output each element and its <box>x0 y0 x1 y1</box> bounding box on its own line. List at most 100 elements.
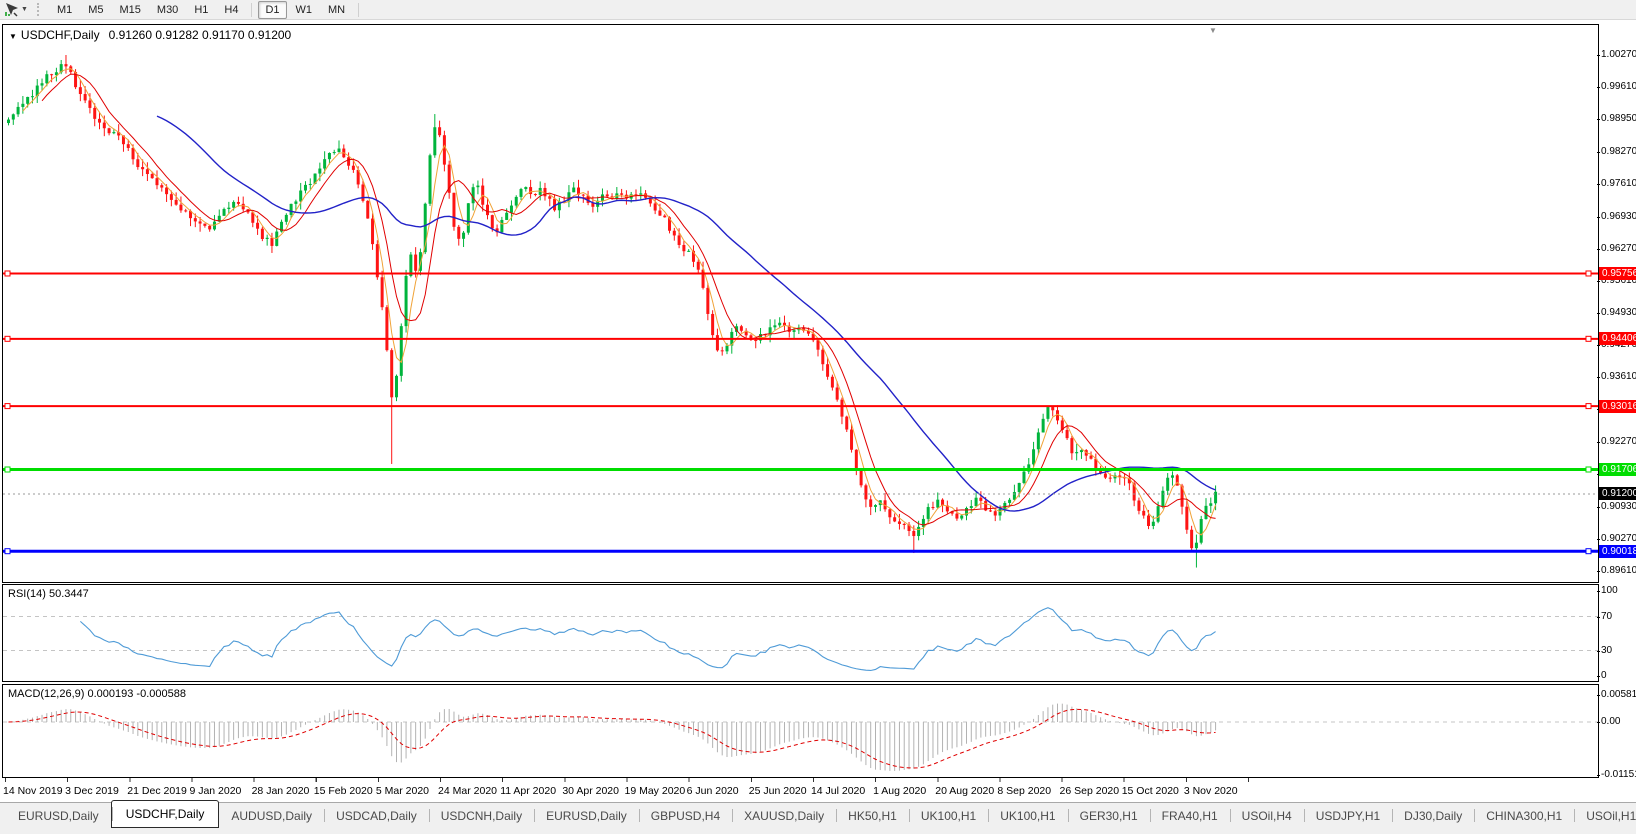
candle-body <box>869 499 873 507</box>
candle-body <box>16 106 20 115</box>
line-drag-handle[interactable] <box>1585 270 1592 277</box>
candle-body <box>93 107 97 119</box>
candle-body <box>241 203 245 210</box>
timeframe-button-w1[interactable]: W1 <box>289 1 320 19</box>
timeframe-button-h4[interactable]: H4 <box>217 1 245 19</box>
candle-body <box>1137 500 1141 511</box>
candle-body <box>720 350 724 352</box>
chart-tab-ger30[interactable]: GER30,H1 <box>1067 803 1150 828</box>
ma-fast-line <box>22 68 1217 536</box>
chart-shift-marker-icon[interactable]: ▼ <box>1209 26 1217 35</box>
chart-tab-usdcnh[interactable]: USDCNH,Daily <box>428 803 534 828</box>
chart-tab-audusd[interactable]: AUDUSD,Daily <box>219 803 324 828</box>
candle-body <box>639 193 643 195</box>
timeframe-button-m15[interactable]: M15 <box>113 1 148 19</box>
candle-body <box>524 187 528 190</box>
line-drag-handle[interactable] <box>1585 403 1592 410</box>
date-axis-label: 24 Mar 2020 <box>438 785 498 797</box>
toolbar-separator <box>251 2 253 17</box>
candle-body <box>390 350 394 398</box>
chart-tab-fra40[interactable]: FRA40,H1 <box>1149 803 1230 828</box>
price-chart-canvas[interactable] <box>3 25 1598 582</box>
level-price-badge: 0.93016 <box>1599 399 1636 413</box>
candle-body <box>232 201 236 208</box>
candle-body <box>366 200 370 219</box>
rsi-line <box>79 607 1216 672</box>
candle-body <box>150 174 154 179</box>
candle-body <box>351 165 355 170</box>
timeframe-button-d1[interactable]: D1 <box>258 0 287 19</box>
timeframe-button-m1[interactable]: M1 <box>50 1 79 19</box>
candle-body <box>1079 450 1083 453</box>
price-axis-label: 0.98270 <box>1596 145 1636 157</box>
rsi-chart-canvas[interactable] <box>3 585 1598 681</box>
tool-dropdown-caret-icon[interactable]: ▼ <box>21 6 28 13</box>
crosshair-tool-icon[interactable] <box>4 2 20 17</box>
candle-body <box>174 199 178 205</box>
candle-body <box>1103 473 1107 478</box>
candle-body <box>696 261 700 270</box>
chart-tab-hk50[interactable]: HK50,H1 <box>836 803 909 828</box>
date-axis-label: 8 Sep 2020 <box>997 785 1052 797</box>
candle-body <box>265 237 269 240</box>
candle-body <box>136 159 140 168</box>
candle-body <box>658 210 662 216</box>
chart-tab-usdjpy[interactable]: USDJPY,H1 <box>1303 803 1392 828</box>
candle-body <box>433 127 437 156</box>
rsi-indicator-label: RSI(14) 50.3447 <box>8 588 89 600</box>
line-drag-handle[interactable] <box>1585 548 1592 555</box>
line-drag-handle[interactable] <box>4 270 11 277</box>
chart-tab-usdcad[interactable]: USDCAD,Daily <box>324 803 429 828</box>
chart-tab-eurusd[interactable]: EURUSD,Daily <box>534 803 639 828</box>
candle-body <box>428 155 432 204</box>
macd-chart-canvas[interactable] <box>3 685 1598 777</box>
price-axis-label: 0.90270 <box>1596 533 1636 544</box>
chart-tab-gbpusd[interactable]: GBPUSD,H4 <box>638 803 732 828</box>
timeframe-button-m30[interactable]: M30 <box>150 1 185 19</box>
candle-body <box>318 168 322 174</box>
candle-body <box>107 128 111 134</box>
line-drag-handle[interactable] <box>1585 335 1592 342</box>
candle-body <box>337 148 341 153</box>
line-drag-handle[interactable] <box>4 403 11 410</box>
candle-body <box>1204 505 1208 520</box>
candle-body <box>672 230 676 236</box>
candle-body <box>98 118 102 123</box>
time-axis-ticks <box>5 778 1255 782</box>
chart-tab-uk100[interactable]: UK100,H1 <box>908 803 988 828</box>
chart-tab-usoil[interactable]: USOil,H4 <box>1229 803 1304 828</box>
price-axis-label: 0.97610 <box>1596 177 1636 189</box>
date-axis-label: 3 Nov 2020 <box>1183 785 1238 797</box>
candle-body <box>921 518 925 527</box>
timeframe-toolbar: ▼ M1 M5 M15 M30 H1 H4 D1 W1 MN <box>0 0 1636 20</box>
candle-body <box>26 96 30 104</box>
date-axis-label: 14 Nov 2019 <box>3 785 63 797</box>
candle-body <box>476 185 480 188</box>
timeframe-button-m5[interactable]: M5 <box>81 1 110 19</box>
chart-tab-eurusd[interactable]: EURUSD,Daily <box>6 803 111 828</box>
candle-body <box>850 429 854 450</box>
line-drag-handle[interactable] <box>4 548 11 555</box>
chart-tab-usdchf[interactable]: USDCHF,Daily <box>110 800 220 828</box>
collapse-icon[interactable]: ▼ <box>9 32 17 41</box>
candle-body <box>821 349 825 365</box>
chart-tab-uk100[interactable]: UK100,H1 <box>988 803 1067 828</box>
date-axis-label: 19 May 2020 <box>624 785 686 797</box>
price-axis-label: 0.98950 <box>1596 112 1636 124</box>
candle-body <box>715 335 719 351</box>
candle-body <box>399 326 403 376</box>
candle-body <box>854 449 858 469</box>
time-axis[interactable]: 14 Nov 2019 3 Dec 2019 21 Dec 2019 9 Jan 20… <box>0 785 1597 799</box>
candle-body <box>620 193 624 195</box>
chart-tab-china300[interactable]: CHINA300,H1 <box>1474 803 1574 828</box>
timeframe-button-mn[interactable]: MN <box>321 1 352 19</box>
line-drag-handle[interactable] <box>4 466 11 473</box>
chart-tabs-bar: EURUSD,Daily USDCHF,Daily AUDUSD,Daily USDC… <box>0 800 1636 828</box>
line-drag-handle[interactable] <box>4 335 11 342</box>
line-drag-handle[interactable] <box>1585 466 1592 473</box>
candle-body <box>155 178 159 186</box>
timeframe-button-h1[interactable]: H1 <box>187 1 215 19</box>
chart-tab-xauusd[interactable]: XAUUSD,Daily <box>732 803 836 828</box>
chart-tab-usoil[interactable]: USOil,H1 <box>1574 803 1636 828</box>
chart-tab-dj30[interactable]: DJ30,Daily <box>1392 803 1474 828</box>
